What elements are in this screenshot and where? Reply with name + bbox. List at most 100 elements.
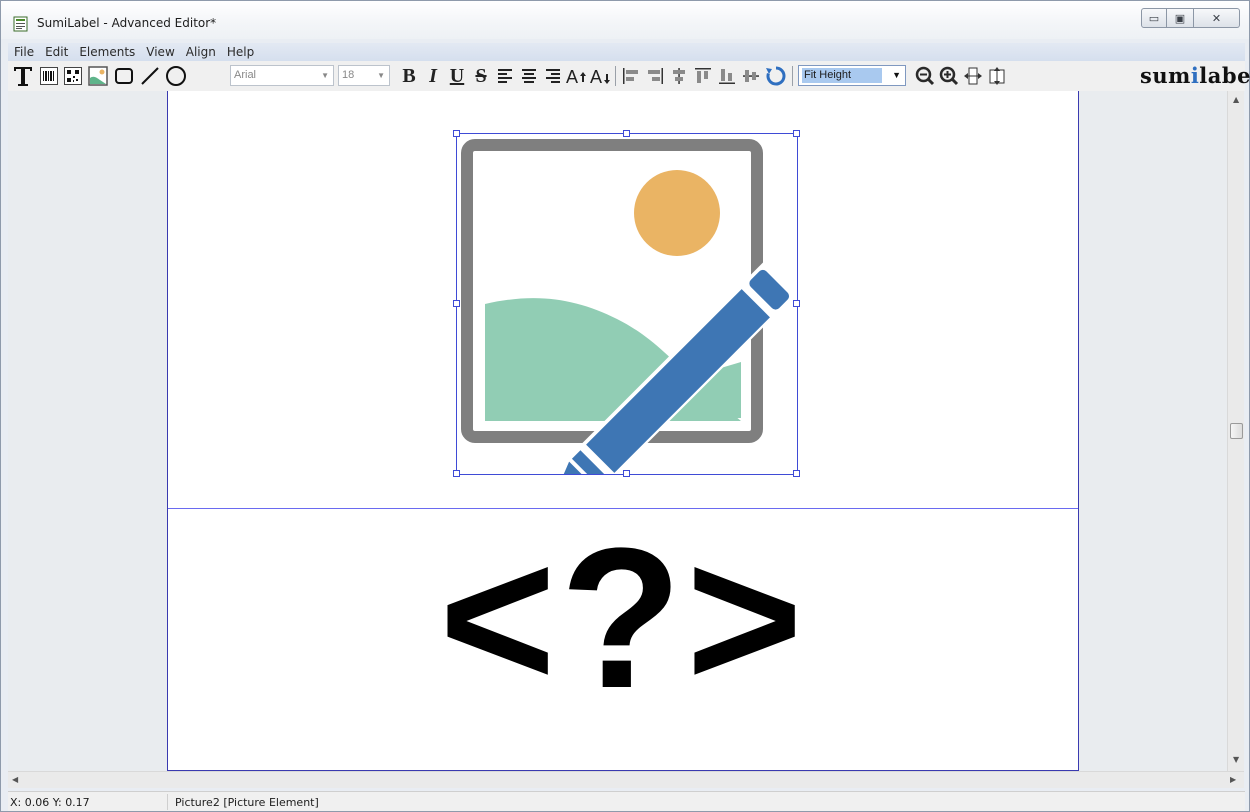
zoom-select[interactable]: Fit Height ▼ <box>798 65 906 86</box>
picture-element[interactable] <box>453 130 800 477</box>
toolbar: Arial ▼ 18 ▼ B I U S A A Fit Height ▼ su… <box>8 61 1250 91</box>
picture-edit-icon <box>461 139 797 474</box>
resize-handle-right[interactable] <box>793 300 800 307</box>
line-tool-button[interactable] <box>138 64 162 88</box>
resize-handle-bottom[interactable] <box>623 470 630 477</box>
strikethrough-button[interactable]: S <box>470 64 492 88</box>
align-center-icon <box>522 69 536 83</box>
font-size-value: 18 <box>342 69 355 81</box>
horizontal-scrollbar[interactable]: ◀ ▶ <box>8 771 1244 788</box>
bold-button[interactable]: B <box>398 64 420 88</box>
qrcode-tool-button[interactable] <box>62 64 84 88</box>
maximize-icon: ▣ <box>1174 11 1186 25</box>
fit-width-button[interactable] <box>962 64 984 88</box>
scroll-up-icon[interactable]: ▲ <box>1233 95 1239 104</box>
align-elements-right-icon <box>648 68 663 84</box>
zoom-in-icon <box>939 66 959 86</box>
scroll-left-icon[interactable]: ◀ <box>12 775 18 784</box>
font-size-select[interactable]: 18 ▼ <box>338 65 390 86</box>
minimize-button[interactable]: ▭ <box>1141 8 1167 28</box>
align-left-icon <box>498 69 512 83</box>
resize-handle-bottom-left[interactable] <box>453 470 460 477</box>
align-center-button[interactable] <box>518 64 540 88</box>
text-placeholder-element[interactable]: <?> <box>168 519 1078 719</box>
chevron-down-icon: ▼ <box>321 71 329 80</box>
maximize-button[interactable]: ▣ <box>1167 8 1194 28</box>
scroll-right-icon[interactable]: ▶ <box>1230 775 1236 784</box>
text-tool-button[interactable] <box>11 64 35 88</box>
align-left-button[interactable] <box>494 64 516 88</box>
zoom-out-button[interactable] <box>914 64 936 88</box>
menu-align[interactable]: Align <box>180 43 221 61</box>
resize-handle-bottom-right[interactable] <box>793 470 800 477</box>
vertical-scrollbar[interactable]: ▲ ▼ <box>1227 91 1244 771</box>
title-bar[interactable]: SumiLabel - Advanced Editor* ▭ ▣ ✕ <box>1 1 1249 39</box>
sumilabel-logo: sumilabel <box>1140 63 1250 88</box>
scroll-down-icon[interactable]: ▼ <box>1233 755 1239 764</box>
font-family-select[interactable]: Arial ▼ <box>230 65 334 86</box>
rectangle-tool-button[interactable] <box>112 64 136 88</box>
vertical-scroll-thumb[interactable] <box>1230 423 1243 439</box>
window-title: SumiLabel - Advanced Editor* <box>37 16 217 30</box>
status-bar: X: 0.06 Y: 0.17 Picture2 [Picture Elemen… <box>8 791 1245 811</box>
minimize-icon: ▭ <box>1148 11 1160 25</box>
status-divider <box>167 794 168 810</box>
align-elements-top-icon <box>695 68 711 83</box>
fit-height-button[interactable] <box>986 64 1008 88</box>
align-elements-left-button[interactable] <box>620 64 642 88</box>
font-grow-button[interactable]: A <box>566 64 588 88</box>
resize-handle-top[interactable] <box>623 130 630 137</box>
menu-elements[interactable]: Elements <box>73 43 140 61</box>
align-elements-vcenter-icon <box>743 70 759 82</box>
rotate-icon <box>766 66 786 86</box>
zoom-in-button[interactable] <box>938 64 960 88</box>
barcode-tool-button[interactable] <box>38 64 60 88</box>
align-right-button[interactable] <box>542 64 564 88</box>
chevron-down-icon: ▼ <box>377 71 385 80</box>
text-tool-icon <box>14 67 32 86</box>
font-family-value: Arial <box>234 69 257 81</box>
close-button[interactable]: ✕ <box>1194 8 1240 28</box>
menu-view[interactable]: View <box>140 43 179 61</box>
selected-element-info: Picture2 [Picture Element] <box>175 796 319 809</box>
line-tool-icon <box>141 67 159 85</box>
underline-button[interactable]: U <box>446 64 468 88</box>
align-elements-vcenter-button[interactable] <box>740 64 762 88</box>
align-elements-bottom-icon <box>719 69 735 84</box>
toolbar-separator <box>792 66 793 86</box>
italic-button[interactable]: I <box>422 64 444 88</box>
design-canvas[interactable]: <?> <box>8 91 1227 771</box>
chevron-down-icon: ▼ <box>892 70 901 80</box>
menu-help[interactable]: Help <box>221 43 259 61</box>
menu-edit[interactable]: Edit <box>39 43 73 61</box>
picture-tool-icon <box>88 66 108 86</box>
ellipse-tool-icon <box>166 66 186 86</box>
resize-handle-top-left[interactable] <box>453 130 460 137</box>
app-window: SumiLabel - Advanced Editor* ▭ ▣ ✕ File … <box>0 0 1250 812</box>
align-elements-hcenter-button[interactable] <box>668 64 690 88</box>
menu-file[interactable]: File <box>8 43 39 61</box>
label-page[interactable]: <?> <box>167 91 1079 771</box>
align-elements-left-icon <box>623 68 638 84</box>
picture-tool-button[interactable] <box>86 64 110 88</box>
resize-handle-left[interactable] <box>453 300 460 307</box>
align-elements-bottom-button[interactable] <box>716 64 738 88</box>
menu-bar: File Edit Elements View Align Help <box>8 43 1245 61</box>
align-right-icon <box>546 69 560 83</box>
fit-width-icon <box>964 67 982 85</box>
resize-handle-top-right[interactable] <box>793 130 800 137</box>
ellipse-tool-button[interactable] <box>164 64 188 88</box>
rectangle-tool-icon <box>115 68 133 84</box>
font-shrink-button[interactable]: A <box>590 64 612 88</box>
align-elements-right-button[interactable] <box>644 64 666 88</box>
qrcode-tool-icon <box>64 67 82 85</box>
toolbar-separator <box>615 66 616 86</box>
align-elements-top-button[interactable] <box>692 64 714 88</box>
font-grow-icon: A <box>566 67 586 86</box>
cursor-coordinates: X: 0.06 Y: 0.17 <box>10 796 90 809</box>
svg-text:A: A <box>590 67 602 86</box>
rotate-button[interactable] <box>764 64 788 88</box>
font-shrink-icon: A <box>590 67 610 86</box>
align-elements-hcenter-icon <box>673 68 685 84</box>
zoom-value: Fit Height <box>802 68 882 83</box>
